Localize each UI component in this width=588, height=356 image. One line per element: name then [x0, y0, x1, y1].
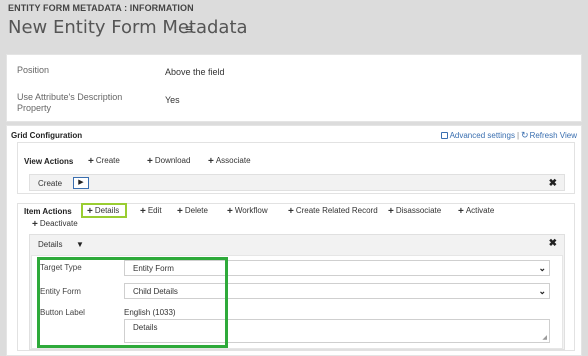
- add-workflow-button[interactable]: + Workflow: [227, 206, 268, 217]
- add-edit-label: Edit: [147, 206, 162, 215]
- add-delete-button[interactable]: + Delete: [177, 206, 208, 217]
- link-separator: |: [516, 131, 520, 140]
- add-activate-label: Activate: [465, 206, 495, 215]
- use-attribute-description-label: Use Attribute's Description Property: [17, 92, 123, 113]
- advanced-settings-link[interactable]: Advanced settings: [450, 131, 515, 140]
- plus-icon: +: [458, 206, 464, 217]
- plus-icon: +: [87, 206, 93, 217]
- add-workflow-label: Workflow: [234, 206, 268, 215]
- page-header: ENTITY FORM METADATA : INFORMATION New E…: [0, 0, 588, 54]
- view-actions-label: View Actions: [24, 157, 74, 166]
- grid-links: Advanced settings | ↻Refresh View: [440, 130, 577, 141]
- plus-icon: +: [388, 206, 394, 217]
- plus-icon: +: [208, 156, 214, 167]
- add-deactivate-button[interactable]: + Deactivate: [32, 219, 78, 230]
- add-delete-label: Delete: [184, 206, 208, 215]
- chevron-down-icon: ⌄: [538, 263, 546, 273]
- plus-icon: +: [288, 206, 294, 217]
- fields-highlight-box: [37, 257, 228, 348]
- grid-configuration-title: Grid Configuration: [11, 131, 83, 140]
- add-associate-button[interactable]: + Associate: [208, 156, 251, 167]
- close-icon[interactable]: ✖: [549, 178, 557, 189]
- add-download-button[interactable]: + Download: [147, 156, 190, 167]
- close-icon[interactable]: ✖: [549, 238, 557, 249]
- add-activate-button[interactable]: + Activate: [458, 206, 494, 217]
- add-create-related-record-button[interactable]: + Create Related Record: [288, 206, 378, 217]
- view-actions-section: View Actions + Create + Download + Associat…: [17, 142, 575, 194]
- add-details-button[interactable]: + Details: [87, 206, 119, 217]
- plus-icon: +: [147, 156, 153, 167]
- plus-icon: +: [32, 219, 38, 230]
- details-action-label[interactable]: Details: [38, 240, 62, 249]
- add-disassociate-label: Disassociate: [395, 206, 442, 215]
- item-actions-label: Item Actions: [24, 207, 72, 216]
- add-edit-button[interactable]: + Edit: [140, 206, 162, 217]
- properties-panel: Position Above the field Use Attribute's…: [6, 54, 582, 122]
- plus-icon: +: [88, 156, 94, 167]
- grid-configuration-panel: Grid Configuration Advanced settings | ↻Re…: [6, 125, 582, 356]
- use-attribute-description-value[interactable]: Yes: [165, 95, 180, 105]
- refresh-view-link[interactable]: Refresh View: [530, 131, 577, 140]
- chevron-down-icon[interactable]: ▼: [76, 240, 84, 249]
- resize-handle-icon[interactable]: ◢: [542, 334, 547, 341]
- create-action-bar[interactable]: Create ▶ ✖: [29, 174, 565, 191]
- refresh-icon: ↻: [521, 130, 529, 140]
- page-title: New Entity Form Metadata: [8, 17, 248, 38]
- add-details-label: Details: [94, 206, 120, 215]
- add-create-label: Create: [95, 156, 120, 165]
- position-value[interactable]: Above the field: [165, 67, 225, 77]
- plus-icon: +: [227, 206, 233, 217]
- add-create-button[interactable]: + Create: [88, 156, 120, 167]
- create-action-label: Create: [38, 179, 63, 188]
- add-disassociate-button[interactable]: + Disassociate: [388, 206, 441, 217]
- plus-icon: +: [177, 206, 183, 217]
- add-create-related-record-label: Create Related Record: [295, 206, 378, 215]
- expand-arrow-icon[interactable]: ▶: [73, 177, 89, 189]
- plus-icon: +: [140, 206, 146, 217]
- add-deactivate-label: Deactivate: [39, 219, 78, 228]
- add-associate-label: Associate: [215, 156, 251, 165]
- position-label: Position: [17, 65, 50, 75]
- add-download-label: Download: [154, 156, 191, 165]
- checkbox-icon[interactable]: [440, 132, 448, 139]
- form-selector-menu-icon[interactable]: ≡: [185, 21, 193, 37]
- breadcrumb: ENTITY FORM METADATA : INFORMATION: [8, 3, 194, 13]
- chevron-down-icon: ⌄: [538, 286, 546, 296]
